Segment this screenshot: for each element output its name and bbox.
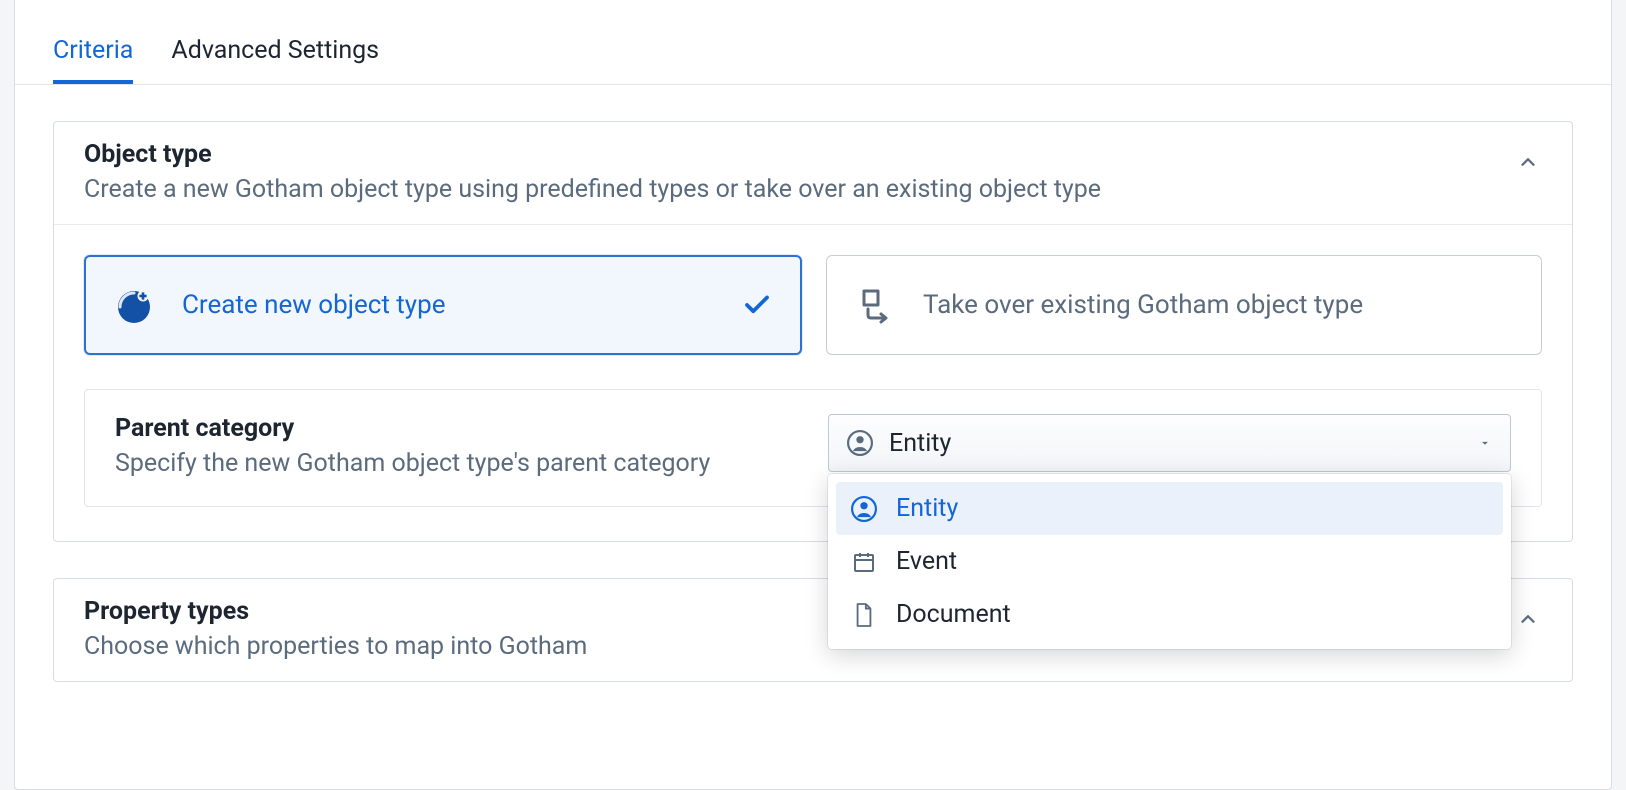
parent-category-card: Parent category Specify the new Gotham o… [84,389,1542,507]
option-create-new-object-type[interactable]: Create new object type [84,255,802,355]
collapse-toggle-property-types[interactable] [1514,605,1542,633]
document-icon [850,602,878,628]
person-icon [847,430,873,456]
takeover-icon [855,285,895,325]
option-label: Create new object type [182,290,446,320]
tab-advanced-settings[interactable]: Advanced Settings [171,36,379,84]
section-title-object-type: Object type [84,140,1494,169]
dropdown-item-label: Event [896,547,957,576]
parent-category-dropdown: Entity [828,474,1511,649]
person-icon [850,496,878,522]
calendar-icon [850,550,878,574]
check-icon [742,290,772,320]
section-object-type: Object type Create a new Gotham object t… [53,121,1573,542]
parent-category-select[interactable]: Entity [828,414,1511,472]
tab-criteria[interactable]: Criteria [53,36,133,84]
dropdown-item-label: Document [896,600,1011,629]
parent-category-title: Parent category [115,414,798,443]
parent-category-subtitle: Specify the new Gotham object type's par… [115,449,798,478]
new-object-icon [114,285,154,325]
chevron-up-icon [1517,151,1539,173]
option-label: Take over existing Gotham object type [923,290,1363,320]
dropdown-item-document[interactable]: Document [836,588,1503,641]
option-take-over-existing[interactable]: Take over existing Gotham object type [826,255,1542,355]
dropdown-item-label: Entity [896,494,958,523]
dropdown-item-event[interactable]: Event [836,535,1503,588]
tabs: Criteria Advanced Settings [15,31,1611,85]
chevron-up-icon [1517,608,1539,630]
parent-category-selected-value: Entity [889,429,1462,458]
collapse-toggle-object-type[interactable] [1514,148,1542,176]
caret-down-icon [1478,436,1492,450]
section-subtitle-object-type: Create a new Gotham object type using pr… [84,175,1494,204]
dropdown-item-entity[interactable]: Entity [836,482,1503,535]
